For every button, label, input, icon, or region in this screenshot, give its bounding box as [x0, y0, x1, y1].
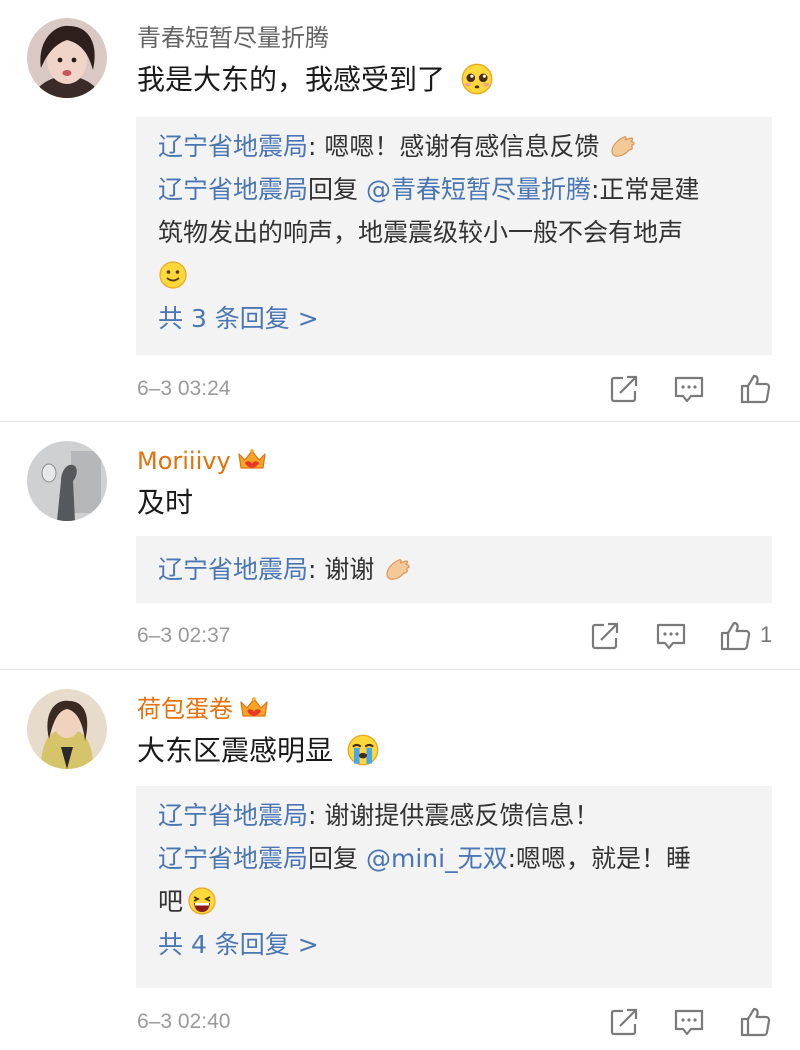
comment-text-content: 大东区震感明显: [137, 734, 334, 767]
pleading-face-emoji: [460, 62, 494, 96]
username[interactable]: 荷包蛋卷: [137, 693, 269, 725]
divider: [0, 421, 800, 422]
share-icon[interactable]: [588, 619, 622, 653]
reply-author[interactable]: 辽宁省地震局: [158, 132, 308, 161]
reply-emoji-line: [158, 254, 750, 297]
share-icon[interactable]: [607, 372, 641, 406]
reply-body-cont: 吧: [158, 887, 184, 916]
reply-author[interactable]: 辽宁省地震局: [158, 175, 308, 204]
comment-icon[interactable]: [672, 372, 706, 406]
reply-author[interactable]: 辽宁省地震局: [158, 801, 308, 830]
clap-hand-emoji: [382, 554, 412, 584]
vip-crown-icon[interactable]: [239, 696, 269, 720]
reply-body: :正常是建: [591, 175, 700, 204]
reply-body: : 嗯嗯！感谢有感信息反馈: [308, 132, 600, 161]
comment-text: 及时: [137, 486, 194, 519]
reply-body: : 谢谢提供震感反馈信息！: [308, 801, 600, 830]
comment-icon[interactable]: [672, 1005, 706, 1039]
reply-item[interactable]: 辽宁省地震局: 谢谢提供震感反馈信息！: [158, 794, 750, 837]
comment-actions: [0, 372, 800, 406]
username-text[interactable]: Moriiivy: [137, 447, 231, 475]
like-icon[interactable]: [718, 619, 752, 653]
reply-box[interactable]: 辽宁省地震局: 嗯嗯！感谢有感信息反馈 辽宁省地震局回复 @青春短暂尽量折腾:正…: [136, 117, 772, 355]
like-icon[interactable]: [738, 1005, 772, 1039]
clap-hand-emoji: [607, 131, 637, 161]
comment-text-content: 我是大东的，我感受到了: [137, 63, 446, 96]
crying-face-emoji: [346, 733, 380, 767]
reply-item[interactable]: 辽宁省地震局回复 @mini_无双:嗯嗯，就是！睡: [158, 837, 750, 880]
reply-mention[interactable]: @青春短暂尽量折腾: [366, 175, 591, 204]
smile-face-emoji: [158, 260, 188, 290]
reply-item[interactable]: 辽宁省地震局: 嗯嗯！感谢有感信息反馈: [158, 125, 750, 168]
username[interactable]: 青春短暂尽量折腾: [137, 22, 329, 54]
like-icon[interactable]: [738, 372, 772, 406]
laughing-face-emoji: [187, 886, 217, 916]
reply-word: 回复: [308, 844, 359, 873]
reply-continuation: 筑物发出的响声，地震震级较小一般不会有地声: [158, 218, 684, 247]
username-text[interactable]: 荷包蛋卷: [137, 695, 233, 723]
reply-box[interactable]: 辽宁省地震局: 谢谢: [136, 536, 772, 603]
comment-text: 大东区震感明显: [137, 733, 380, 769]
comment-icon[interactable]: [654, 619, 688, 653]
comment-actions: [0, 1005, 800, 1039]
like-count: 1: [760, 622, 773, 647]
divider: [0, 669, 800, 670]
reply-box[interactable]: 辽宁省地震局: 谢谢提供震感反馈信息！ 辽宁省地震局回复 @mini_无双:嗯嗯…: [136, 786, 772, 988]
avatar[interactable]: [27, 18, 107, 98]
comment-text: 我是大东的，我感受到了: [137, 62, 494, 98]
reply-word: 回复: [308, 175, 359, 204]
vip-crown-icon[interactable]: [237, 448, 267, 472]
reply-body: : 谢谢: [308, 555, 375, 584]
reply-item[interactable]: 辽宁省地震局: 谢谢: [158, 548, 750, 591]
reply-mention[interactable]: @mini_无双: [366, 844, 508, 873]
more-replies-link[interactable]: 共 4 条回复 >: [158, 923, 750, 966]
reply-author[interactable]: 辽宁省地震局: [158, 555, 308, 584]
more-replies-link[interactable]: 共 3 条回复 >: [158, 297, 750, 340]
avatar[interactable]: [27, 689, 107, 769]
reply-item[interactable]: 辽宁省地震局回复 @青春短暂尽量折腾:正常是建: [158, 168, 750, 211]
avatar[interactable]: [27, 441, 107, 521]
share-icon[interactable]: [607, 1005, 641, 1039]
reply-continuation: 吧: [158, 880, 750, 923]
reply-author[interactable]: 辽宁省地震局: [158, 844, 308, 873]
username[interactable]: Moriiivy: [137, 445, 267, 477]
reply-body: :嗯嗯，就是！睡: [507, 844, 692, 873]
comment-actions: 1: [0, 619, 800, 653]
